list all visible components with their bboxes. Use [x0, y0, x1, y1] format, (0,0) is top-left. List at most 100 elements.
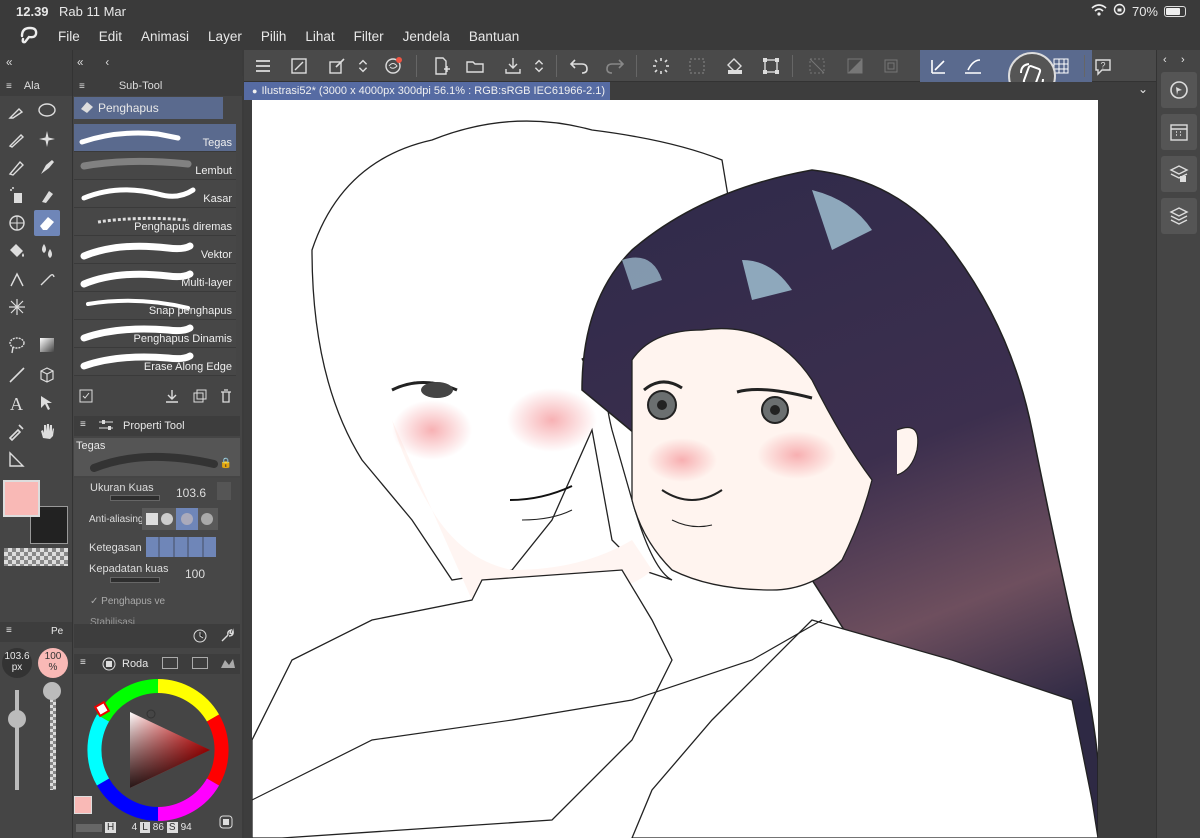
- brush-item[interactable]: Kasar: [74, 180, 236, 208]
- stepper-icon[interactable]: [354, 53, 372, 79]
- canvas-area[interactable]: [244, 100, 1156, 838]
- tool-tab[interactable]: ≡ Ala: [0, 76, 72, 96]
- layers-button[interactable]: [1161, 198, 1197, 234]
- brush-item[interactable]: Snap penghapus: [74, 292, 236, 320]
- transparent-color-swatch[interactable]: [4, 548, 68, 566]
- correct-line-tool-icon[interactable]: [34, 266, 60, 292]
- antialias-strong-icon[interactable]: [201, 513, 213, 525]
- menu-grip-icon[interactable]: ≡: [80, 419, 86, 430]
- clear-selection-icon[interactable]: [878, 53, 904, 79]
- fountain-pen-tool-icon[interactable]: [34, 154, 60, 180]
- intermediate-tab-icon[interactable]: [220, 657, 236, 672]
- antialias-options[interactable]: [142, 508, 218, 530]
- color-tab-label[interactable]: Roda: [122, 658, 148, 670]
- color-wheel[interactable]: [82, 674, 234, 826]
- line-tool-icon[interactable]: [4, 362, 30, 388]
- brush-size-slider[interactable]: [15, 690, 19, 790]
- opacity-slider-thumb[interactable]: [43, 682, 61, 700]
- blend-tool-icon[interactable]: [4, 210, 30, 236]
- menu-grip-icon[interactable]: ≡: [79, 81, 85, 92]
- fill-tool-icon[interactable]: [4, 238, 30, 264]
- companion-icon[interactable]: [380, 53, 406, 79]
- object-select-tool-icon[interactable]: [34, 390, 60, 416]
- color-slider-tab-icon[interactable]: [162, 657, 178, 669]
- opacity-indicator[interactable]: 100 %: [38, 648, 68, 678]
- ruler-tool-icon[interactable]: [4, 446, 30, 472]
- new-file-icon[interactable]: [428, 53, 454, 79]
- hand-tool-icon[interactable]: [34, 418, 60, 444]
- fill-selection-icon[interactable]: [722, 53, 748, 79]
- expand-right-icon[interactable]: ›: [1181, 54, 1185, 66]
- menu-filter[interactable]: Filter: [354, 29, 384, 44]
- edit-icon[interactable]: [324, 53, 350, 79]
- menu-help[interactable]: Bantuan: [469, 29, 519, 44]
- layer-properties-button[interactable]: [1161, 156, 1197, 192]
- main-color-swatch[interactable]: [3, 480, 40, 517]
- antialias-weak-icon[interactable]: [161, 513, 173, 525]
- menu-window[interactable]: Jendela: [403, 29, 450, 44]
- app-logo-icon[interactable]: [18, 26, 40, 49]
- sparkle-tool-icon[interactable]: [34, 126, 60, 152]
- fit-canvas-icon[interactable]: [286, 53, 312, 79]
- select-all-icon[interactable]: [684, 53, 710, 79]
- brush-item[interactable]: Erase Along Edge: [74, 348, 236, 376]
- property-tab[interactable]: ≡ Properti Tool: [74, 416, 240, 436]
- eyedropper-tool-icon[interactable]: [4, 418, 30, 444]
- brush-item[interactable]: Penghapus diremas: [74, 208, 236, 236]
- drawing-canvas[interactable]: [252, 100, 1098, 838]
- menu-icon[interactable]: [250, 53, 276, 79]
- brush-item[interactable]: Tegas: [74, 124, 236, 152]
- wrench-icon[interactable]: [219, 628, 235, 649]
- 3d-tool-icon[interactable]: [34, 362, 60, 388]
- color-mode-icon[interactable]: [76, 823, 102, 832]
- invert-selection-icon[interactable]: [842, 53, 868, 79]
- duplicate-icon[interactable]: [192, 388, 208, 409]
- collapse-right-icon[interactable]: ‹: [1163, 54, 1167, 66]
- collapse-left-icon[interactable]: «: [6, 57, 12, 69]
- chevron-down-icon[interactable]: ⌄: [1138, 82, 1148, 96]
- menu-select[interactable]: Pilih: [261, 29, 287, 44]
- pen-tool-icon[interactable]: [4, 126, 30, 152]
- opacity-slider[interactable]: [50, 690, 56, 790]
- brush-item[interactable]: Lembut: [74, 152, 236, 180]
- redo-icon[interactable]: [602, 53, 628, 79]
- open-folder-icon[interactable]: [462, 53, 488, 79]
- subtool-group-title[interactable]: Penghapus: [74, 97, 223, 119]
- zoom-tool-icon[interactable]: [4, 98, 30, 124]
- reset-icon[interactable]: [192, 628, 208, 649]
- lock-icon[interactable]: 🔒: [220, 458, 232, 469]
- undo-icon[interactable]: [566, 53, 592, 79]
- airbrush-tool-icon[interactable]: [4, 182, 30, 208]
- brush-size-field[interactable]: 103.6: [176, 486, 206, 500]
- lasso-tool-icon[interactable]: [34, 98, 60, 124]
- loading-icon[interactable]: [648, 53, 674, 79]
- drops-tool-icon[interactable]: [34, 238, 60, 264]
- eraser-tool-icon[interactable]: [34, 210, 60, 236]
- current-color-mini[interactable]: [74, 796, 92, 814]
- marker-tool-icon[interactable]: [34, 182, 60, 208]
- collapse-icon[interactable]: «: [77, 57, 83, 69]
- brush-item[interactable]: Penghapus Dinamis: [74, 320, 236, 348]
- record-icon[interactable]: [102, 657, 116, 674]
- calendar-button[interactable]: [1161, 114, 1197, 150]
- import-icon[interactable]: [164, 388, 180, 409]
- menu-animation[interactable]: Animasi: [141, 29, 189, 44]
- trash-icon[interactable]: [218, 388, 234, 409]
- menu-grip-icon[interactable]: ≡: [6, 81, 12, 92]
- brush-item[interactable]: Multi-layer: [74, 264, 236, 292]
- deselect-icon[interactable]: [804, 53, 830, 79]
- snap-ruler-icon[interactable]: [926, 53, 952, 79]
- brush-size-track[interactable]: [110, 495, 160, 501]
- menu-view[interactable]: Lihat: [305, 29, 334, 44]
- pencil-tool-icon[interactable]: [4, 154, 30, 180]
- menu-layer[interactable]: Layer: [208, 29, 242, 44]
- subtool-settings-icon[interactable]: [78, 388, 94, 409]
- help-icon[interactable]: ?: [1090, 53, 1116, 79]
- pressure-toggle[interactable]: [217, 482, 231, 500]
- select-lasso-tool-icon[interactable]: [4, 332, 30, 358]
- navigator-button[interactable]: [1161, 72, 1197, 108]
- menu-grip-icon[interactable]: ≡: [80, 657, 86, 668]
- menu-grip-icon[interactable]: ≡: [6, 625, 12, 636]
- brush-size-slider-thumb[interactable]: [8, 710, 26, 728]
- text-tool-icon[interactable]: A: [4, 390, 30, 416]
